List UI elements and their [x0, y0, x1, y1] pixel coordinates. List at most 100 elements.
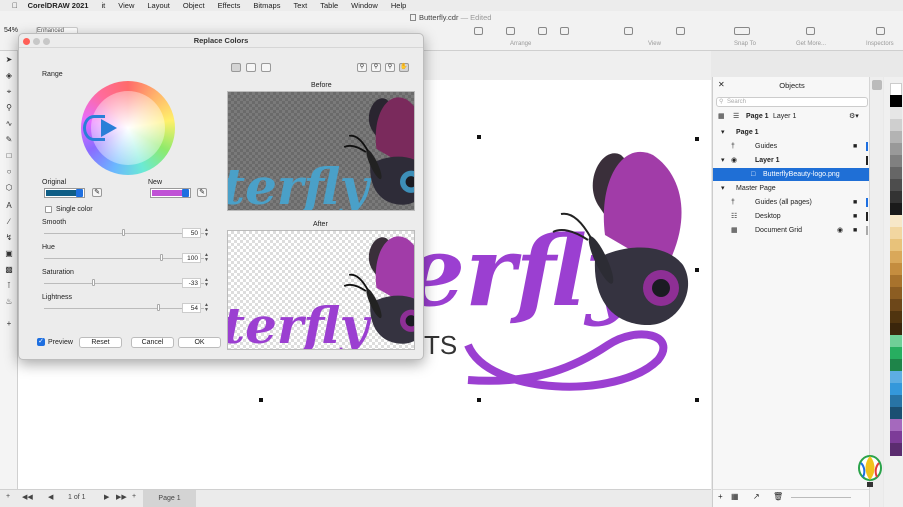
split-horizontal-view-button[interactable]: [246, 63, 256, 72]
app-menu[interactable]: CorelDRAW 2021: [28, 1, 89, 10]
reset-button[interactable]: Reset: [79, 337, 122, 348]
slider-track-hue[interactable]: [44, 258, 204, 259]
arrange-icon-3[interactable]: [538, 27, 547, 35]
menu-edit[interactable]: it: [101, 1, 105, 10]
slider-track-lightness[interactable]: [44, 308, 204, 309]
palette-swatch[interactable]: [890, 443, 902, 456]
objects-docker-tab-icon[interactable]: [872, 80, 882, 90]
expand-arrow-icon[interactable]: ▾: [721, 154, 725, 167]
selection-handle-mr[interactable]: [695, 268, 699, 272]
fill-tool-icon[interactable]: ♨: [4, 297, 14, 307]
more-tools-icon[interactable]: +: [4, 319, 14, 329]
prev-page-button[interactable]: ◀: [48, 493, 53, 501]
objects-search[interactable]: ⚲ Search: [716, 97, 868, 107]
tree-row-master-page[interactable]: ▾ Master Page: [713, 182, 871, 195]
view-icon-1[interactable]: [624, 27, 633, 35]
new-layer-icon[interactable]: +: [718, 492, 723, 501]
first-page-button[interactable]: ◀◀: [22, 493, 33, 501]
single-color-checkbox[interactable]: [45, 206, 52, 213]
menu-layout[interactable]: Layout: [147, 1, 170, 10]
new-master-layer-icon[interactable]: ▦: [731, 492, 739, 501]
polygon-tool-icon[interactable]: ⬡: [4, 183, 14, 193]
slider-track-saturation[interactable]: [44, 283, 204, 284]
menu-window[interactable]: Window: [351, 1, 378, 10]
text-tool-icon[interactable]: A: [4, 201, 14, 211]
slider-stepper-smooth[interactable]: ▲ ▼: [204, 228, 209, 238]
tree-row-bitmap-selected[interactable]: □ ButterflyBeauty-logo.png: [713, 168, 871, 181]
menu-text[interactable]: Text: [293, 1, 307, 10]
delete-icon[interactable]: 🗑: [773, 492, 783, 501]
menu-help[interactable]: Help: [391, 1, 406, 10]
drop-shadow-icon[interactable]: ▣: [4, 249, 14, 259]
eyedropper-tool-icon[interactable]: ⊺: [4, 281, 14, 291]
original-color-picker[interactable]: [44, 188, 85, 198]
ok-button[interactable]: OK: [178, 337, 221, 348]
after-preview[interactable]: terfly: [227, 230, 415, 350]
add-page-button[interactable]: +: [6, 493, 10, 500]
close-window-button[interactable]: [23, 38, 30, 45]
inspectors-icon[interactable]: [876, 27, 885, 35]
split-vertical-view-button[interactable]: [231, 63, 241, 72]
get-more-icon[interactable]: [806, 27, 815, 35]
apple-icon[interactable]: : [12, 1, 18, 10]
snap-icon[interactable]: [734, 27, 750, 35]
before-preview[interactable]: terfly: [227, 91, 415, 211]
eye-icon[interactable]: ◉: [837, 224, 843, 237]
layer-toggle-icon[interactable]: ▦: [718, 110, 725, 123]
zoom-out-button[interactable]: ⚲: [371, 63, 381, 72]
connector-tool-icon[interactable]: ↯: [4, 233, 14, 243]
arrange-icon-1[interactable]: [474, 27, 483, 35]
tree-row-layer-1[interactable]: ▾ ◉ Layer 1: [713, 154, 871, 167]
parallel-dimension-icon[interactable]: ∕: [4, 217, 14, 227]
freehand-tool-icon[interactable]: ∿: [4, 119, 14, 129]
selection-handle-bl[interactable]: [259, 398, 263, 402]
slider-knob-saturation[interactable]: [91, 279, 95, 286]
zoom-window-button[interactable]: [43, 38, 50, 45]
menu-bitmaps[interactable]: Bitmaps: [253, 1, 280, 10]
selection-handle-tl[interactable]: [477, 135, 481, 139]
move-layer-icon[interactable]: ↗: [753, 492, 760, 501]
minimize-window-button[interactable]: [33, 38, 40, 45]
tree-row-page-1[interactable]: ▾ Page 1: [713, 126, 871, 139]
selection-handle-tr[interactable]: [695, 137, 699, 141]
color-wheel[interactable]: [81, 81, 175, 175]
single-view-button[interactable]: [261, 63, 271, 72]
tree-row-document-grid[interactable]: ▦ Document Grid ◉ ■: [713, 224, 871, 237]
page-layer-selector[interactable]: ▦ ☰ Page 1 Layer 1 ⚙▾: [713, 110, 871, 123]
zoom-in-button[interactable]: ⚲: [357, 63, 367, 72]
shape-tool-icon[interactable]: ◈: [4, 71, 14, 81]
crop-tool-icon[interactable]: ⌖: [4, 87, 14, 97]
artistic-media-icon[interactable]: ✎: [4, 135, 14, 145]
view-icon-2[interactable]: [676, 27, 685, 35]
transparency-icon[interactable]: ▩: [4, 265, 14, 275]
cancel-button[interactable]: Cancel: [131, 337, 174, 348]
selection-handle-br[interactable]: [695, 398, 699, 402]
zoom-tool-icon[interactable]: ⚲: [4, 103, 14, 113]
slider-value-lightness[interactable]: 54: [182, 303, 201, 313]
eye-icon[interactable]: ◉: [731, 154, 737, 167]
tree-row-desktop[interactable]: ☷ Desktop ■: [713, 210, 871, 223]
slider-knob-lightness[interactable]: [157, 304, 161, 311]
tree-row-guides-all[interactable]: † Guides (all pages) ■: [713, 196, 871, 209]
ellipse-tool-icon[interactable]: ○: [4, 167, 14, 177]
zoom-fit-button[interactable]: ⚲: [385, 63, 395, 72]
lock-icon[interactable]: ■: [853, 224, 857, 237]
new-eyedropper-button[interactable]: ✎: [197, 188, 207, 197]
expand-arrow-icon[interactable]: ▾: [721, 182, 725, 195]
menu-view[interactable]: View: [118, 1, 134, 10]
pointer-tool-icon[interactable]: ➤: [4, 55, 14, 65]
slider-stepper-hue[interactable]: ▲ ▼: [204, 253, 209, 263]
slider-knob-smooth[interactable]: [122, 229, 125, 236]
docker-options-icon[interactable]: ⚙▾: [849, 110, 859, 123]
selection-handle-bm[interactable]: [477, 398, 481, 402]
rectangle-tool-icon[interactable]: □: [4, 151, 14, 161]
last-page-button[interactable]: ▶▶: [116, 493, 127, 501]
new-color-picker[interactable]: [150, 188, 191, 198]
menu-object[interactable]: Object: [183, 1, 205, 10]
slider-knob-hue[interactable]: [160, 254, 164, 261]
next-page-button[interactable]: ▶: [104, 493, 109, 501]
arrange-icon-2[interactable]: [506, 27, 515, 35]
slider-value-saturation[interactable]: -33: [182, 278, 201, 288]
add-page-after-button[interactable]: +: [132, 493, 136, 500]
lock-icon[interactable]: ■: [853, 210, 857, 223]
